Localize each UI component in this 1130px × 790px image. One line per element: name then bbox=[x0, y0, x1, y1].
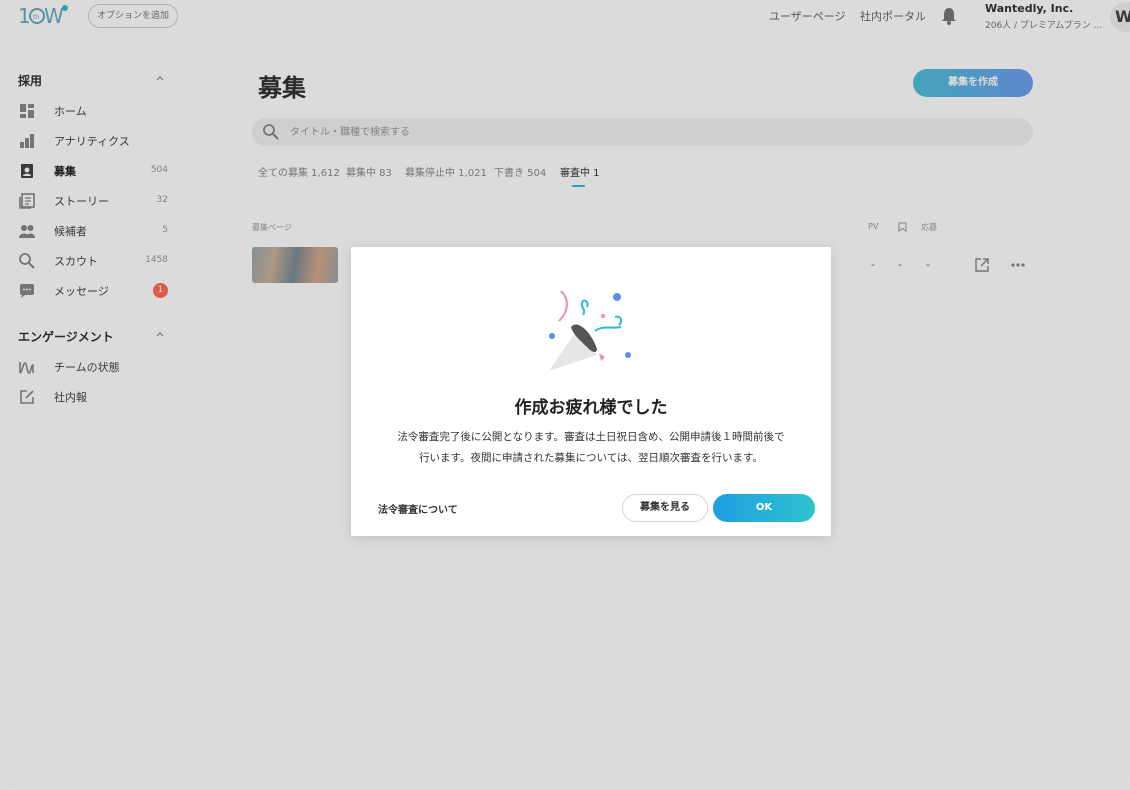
legal-review-link[interactable]: 法令審査について bbox=[378, 501, 458, 516]
ok-button[interactable]: OK bbox=[713, 494, 815, 522]
dialog-message-line: 行います。夜間に申請された募集については、翌日順次審査を行います。 bbox=[419, 452, 763, 464]
dialog-message-line: 法令審査完了後に公開となります。審査は土日祝日含め、公開申請後１時間前後で bbox=[397, 431, 785, 443]
dialog-message: 法令審査完了後に公開となります。審査は土日祝日含め、公開申請後１時間前後で 行い… bbox=[371, 427, 811, 469]
app-window: 1 th W オプションを追加 ユーザーページ 社内ポータル Wantedly,… bbox=[0, 0, 1130, 790]
party-popper-icon bbox=[549, 290, 631, 371]
dialog-title: 作成お疲れ様でした bbox=[514, 398, 668, 418]
view-recruit-button[interactable]: 募集を見る bbox=[622, 494, 708, 522]
completion-dialog: 作成お疲れ様でした 法令審査完了後に公開となります。審査は土日祝日含め、公開申請… bbox=[351, 247, 831, 536]
